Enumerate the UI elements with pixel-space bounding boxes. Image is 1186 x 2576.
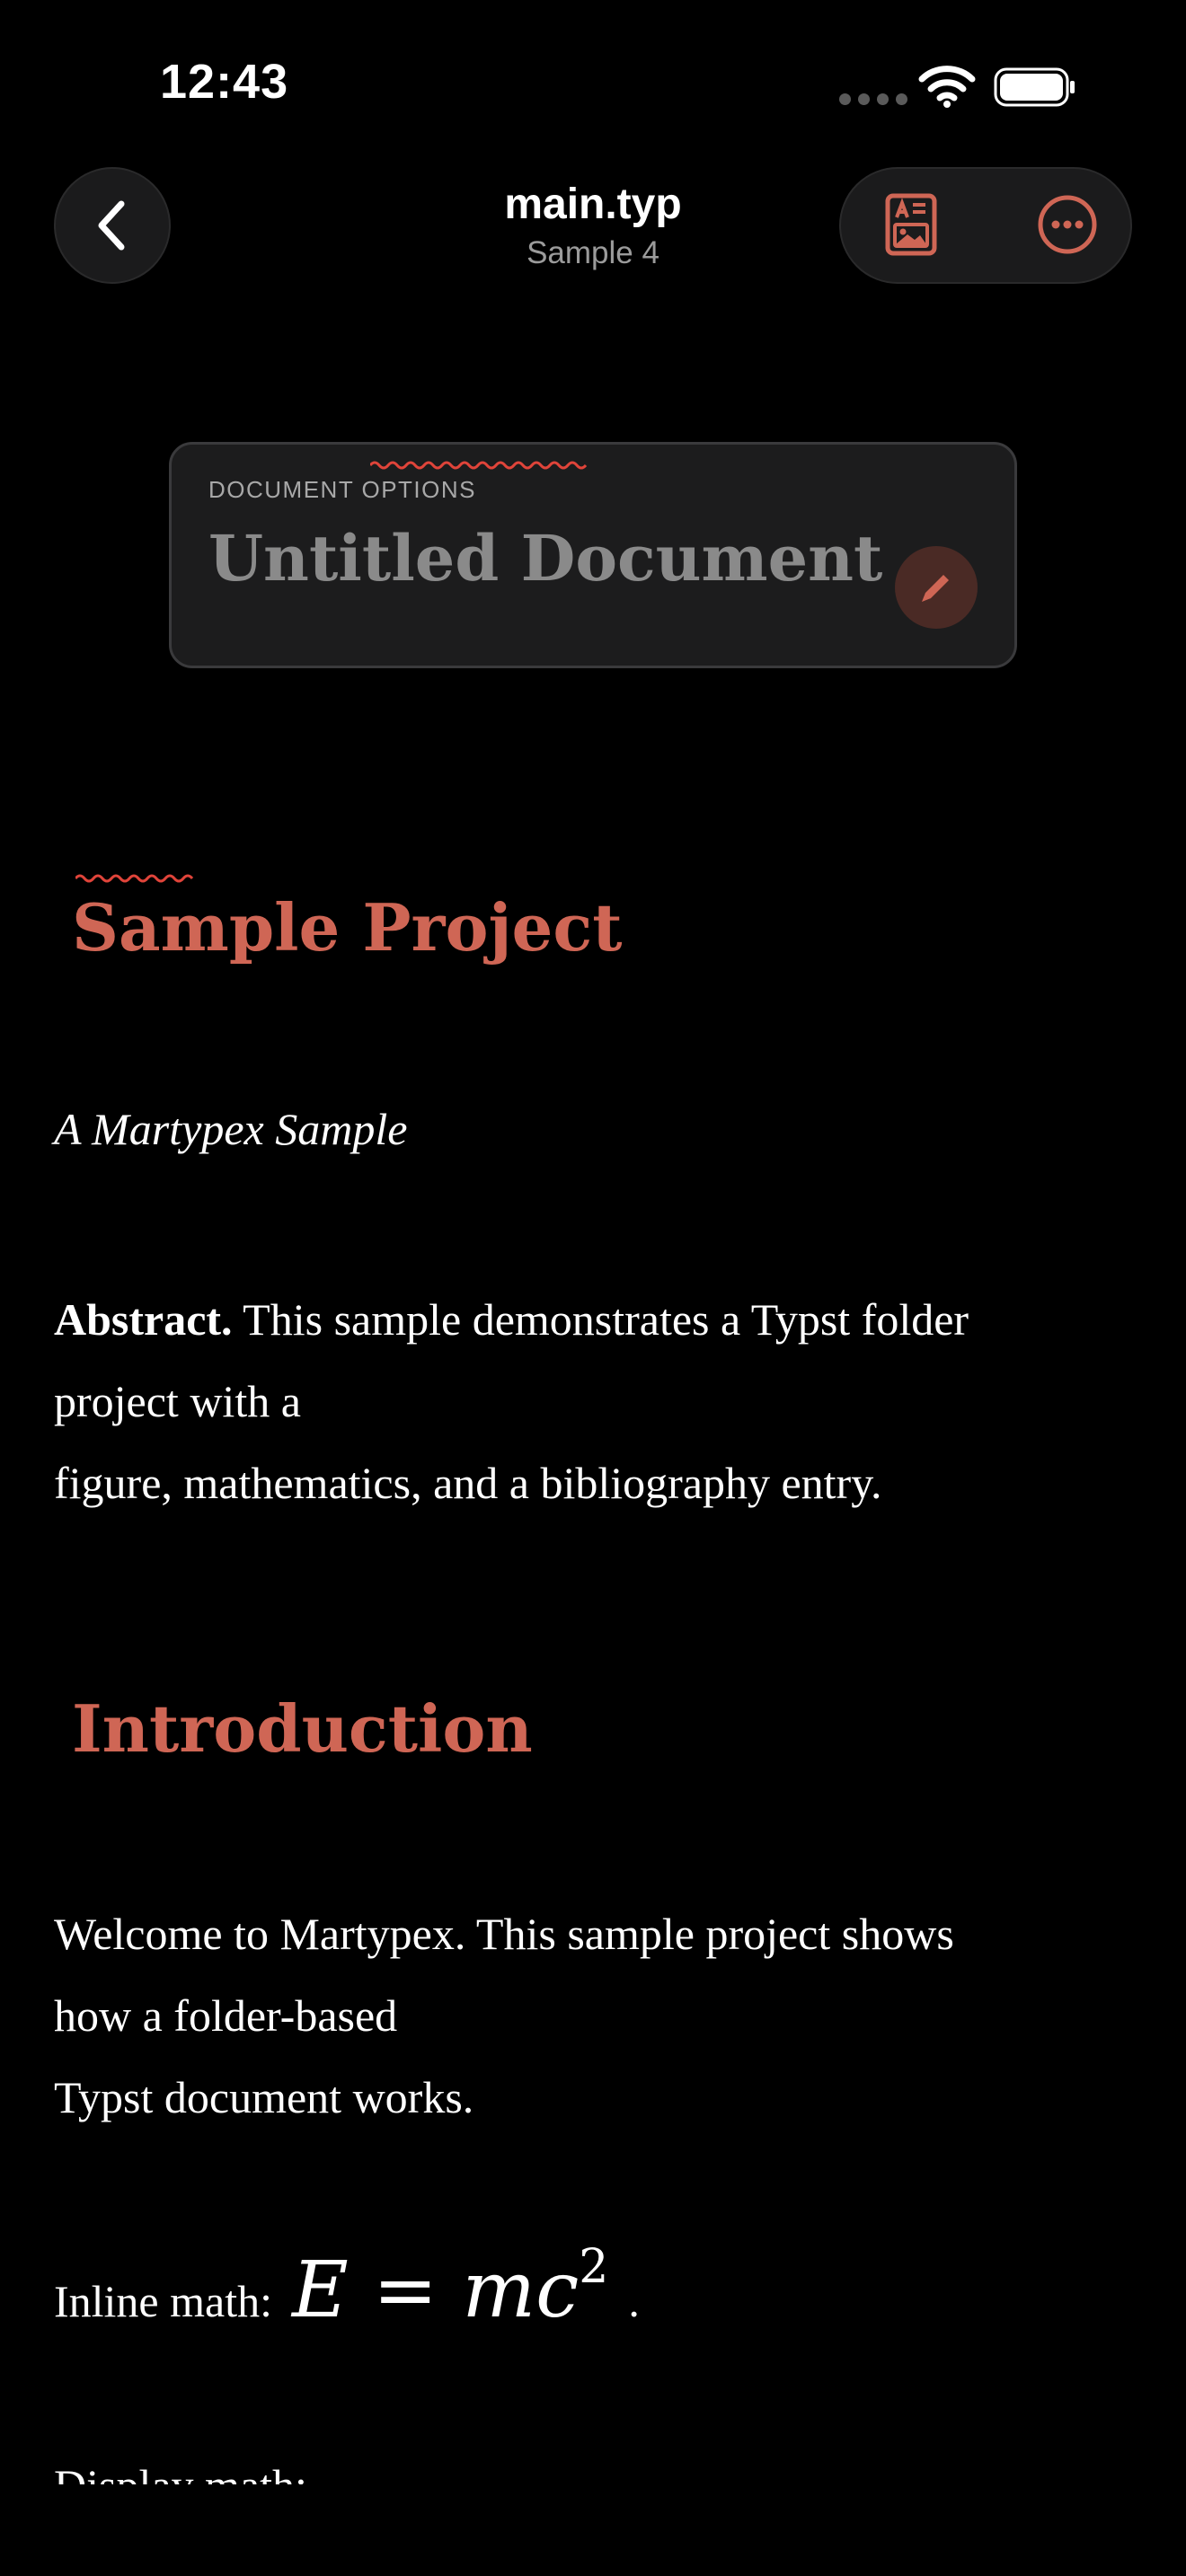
inline-math-label: Inline math: [54,2276,272,2326]
abstract-text-line-3: figure, mathematics, and a bibliography … [54,1458,882,1508]
wifi-icon [918,66,976,108]
abstract-text-line-2: project with a [54,1376,301,1426]
math-period: . [628,2276,640,2326]
battery-icon [994,67,1075,107]
spellcheck-underline [370,461,588,470]
introduction-paragraph: Welcome to Martypex. This sample project… [54,1893,1141,2139]
document-title-heading: Sample Project [72,889,623,966]
nav-title: main.typ [504,181,682,228]
status-time: 12:43 [160,55,289,109]
abstract-text-line-1: This sample demonstrates a Typst folder [243,1294,969,1345]
math-exponent: 2 [579,2240,609,2295]
math-expression: E = mc2 [292,2240,608,2335]
pencil-icon [922,575,949,602]
nav-subtitle: Sample 4 [527,235,659,270]
edit-title-button[interactable] [895,546,978,629]
document-subtitle: A Martypex Sample [54,1104,408,1154]
abstract-label: Abstract. [54,1294,233,1345]
display-math-label: Display math: [54,2445,307,2484]
intro-text-line-1: Welcome to Martypex. This sample project… [54,1909,954,1959]
math-lhs: E [292,2245,349,2335]
section-heading-introduction: Introduction [72,1690,533,1767]
intro-text-line-2: how a folder-based [54,1990,398,2041]
math-rhs: mc [462,2245,580,2335]
cellular-signal-icon [839,93,907,105]
more-icon [1038,195,1097,254]
document-options-label: DOCUMENT OPTIONS [208,476,476,503]
abstract-paragraph: Abstract. This sample demonstrates a Typ… [54,1279,1141,1524]
intro-text-line-3: Typst document works. [54,2072,474,2122]
back-button[interactable] [54,167,171,284]
preview-button[interactable] [875,189,947,260]
display-math-line: Display math: [54,2445,307,2484]
inline-math-line: Inline math: E = mc2 . [54,2240,640,2335]
document-title-field[interactable]: Untitled Document [208,521,882,595]
more-button[interactable] [1031,189,1103,260]
document-preview-icon [885,193,937,256]
math-equals: = [373,2245,438,2335]
chevron-left-icon [98,200,125,251]
spellcheck-underline [75,874,194,883]
